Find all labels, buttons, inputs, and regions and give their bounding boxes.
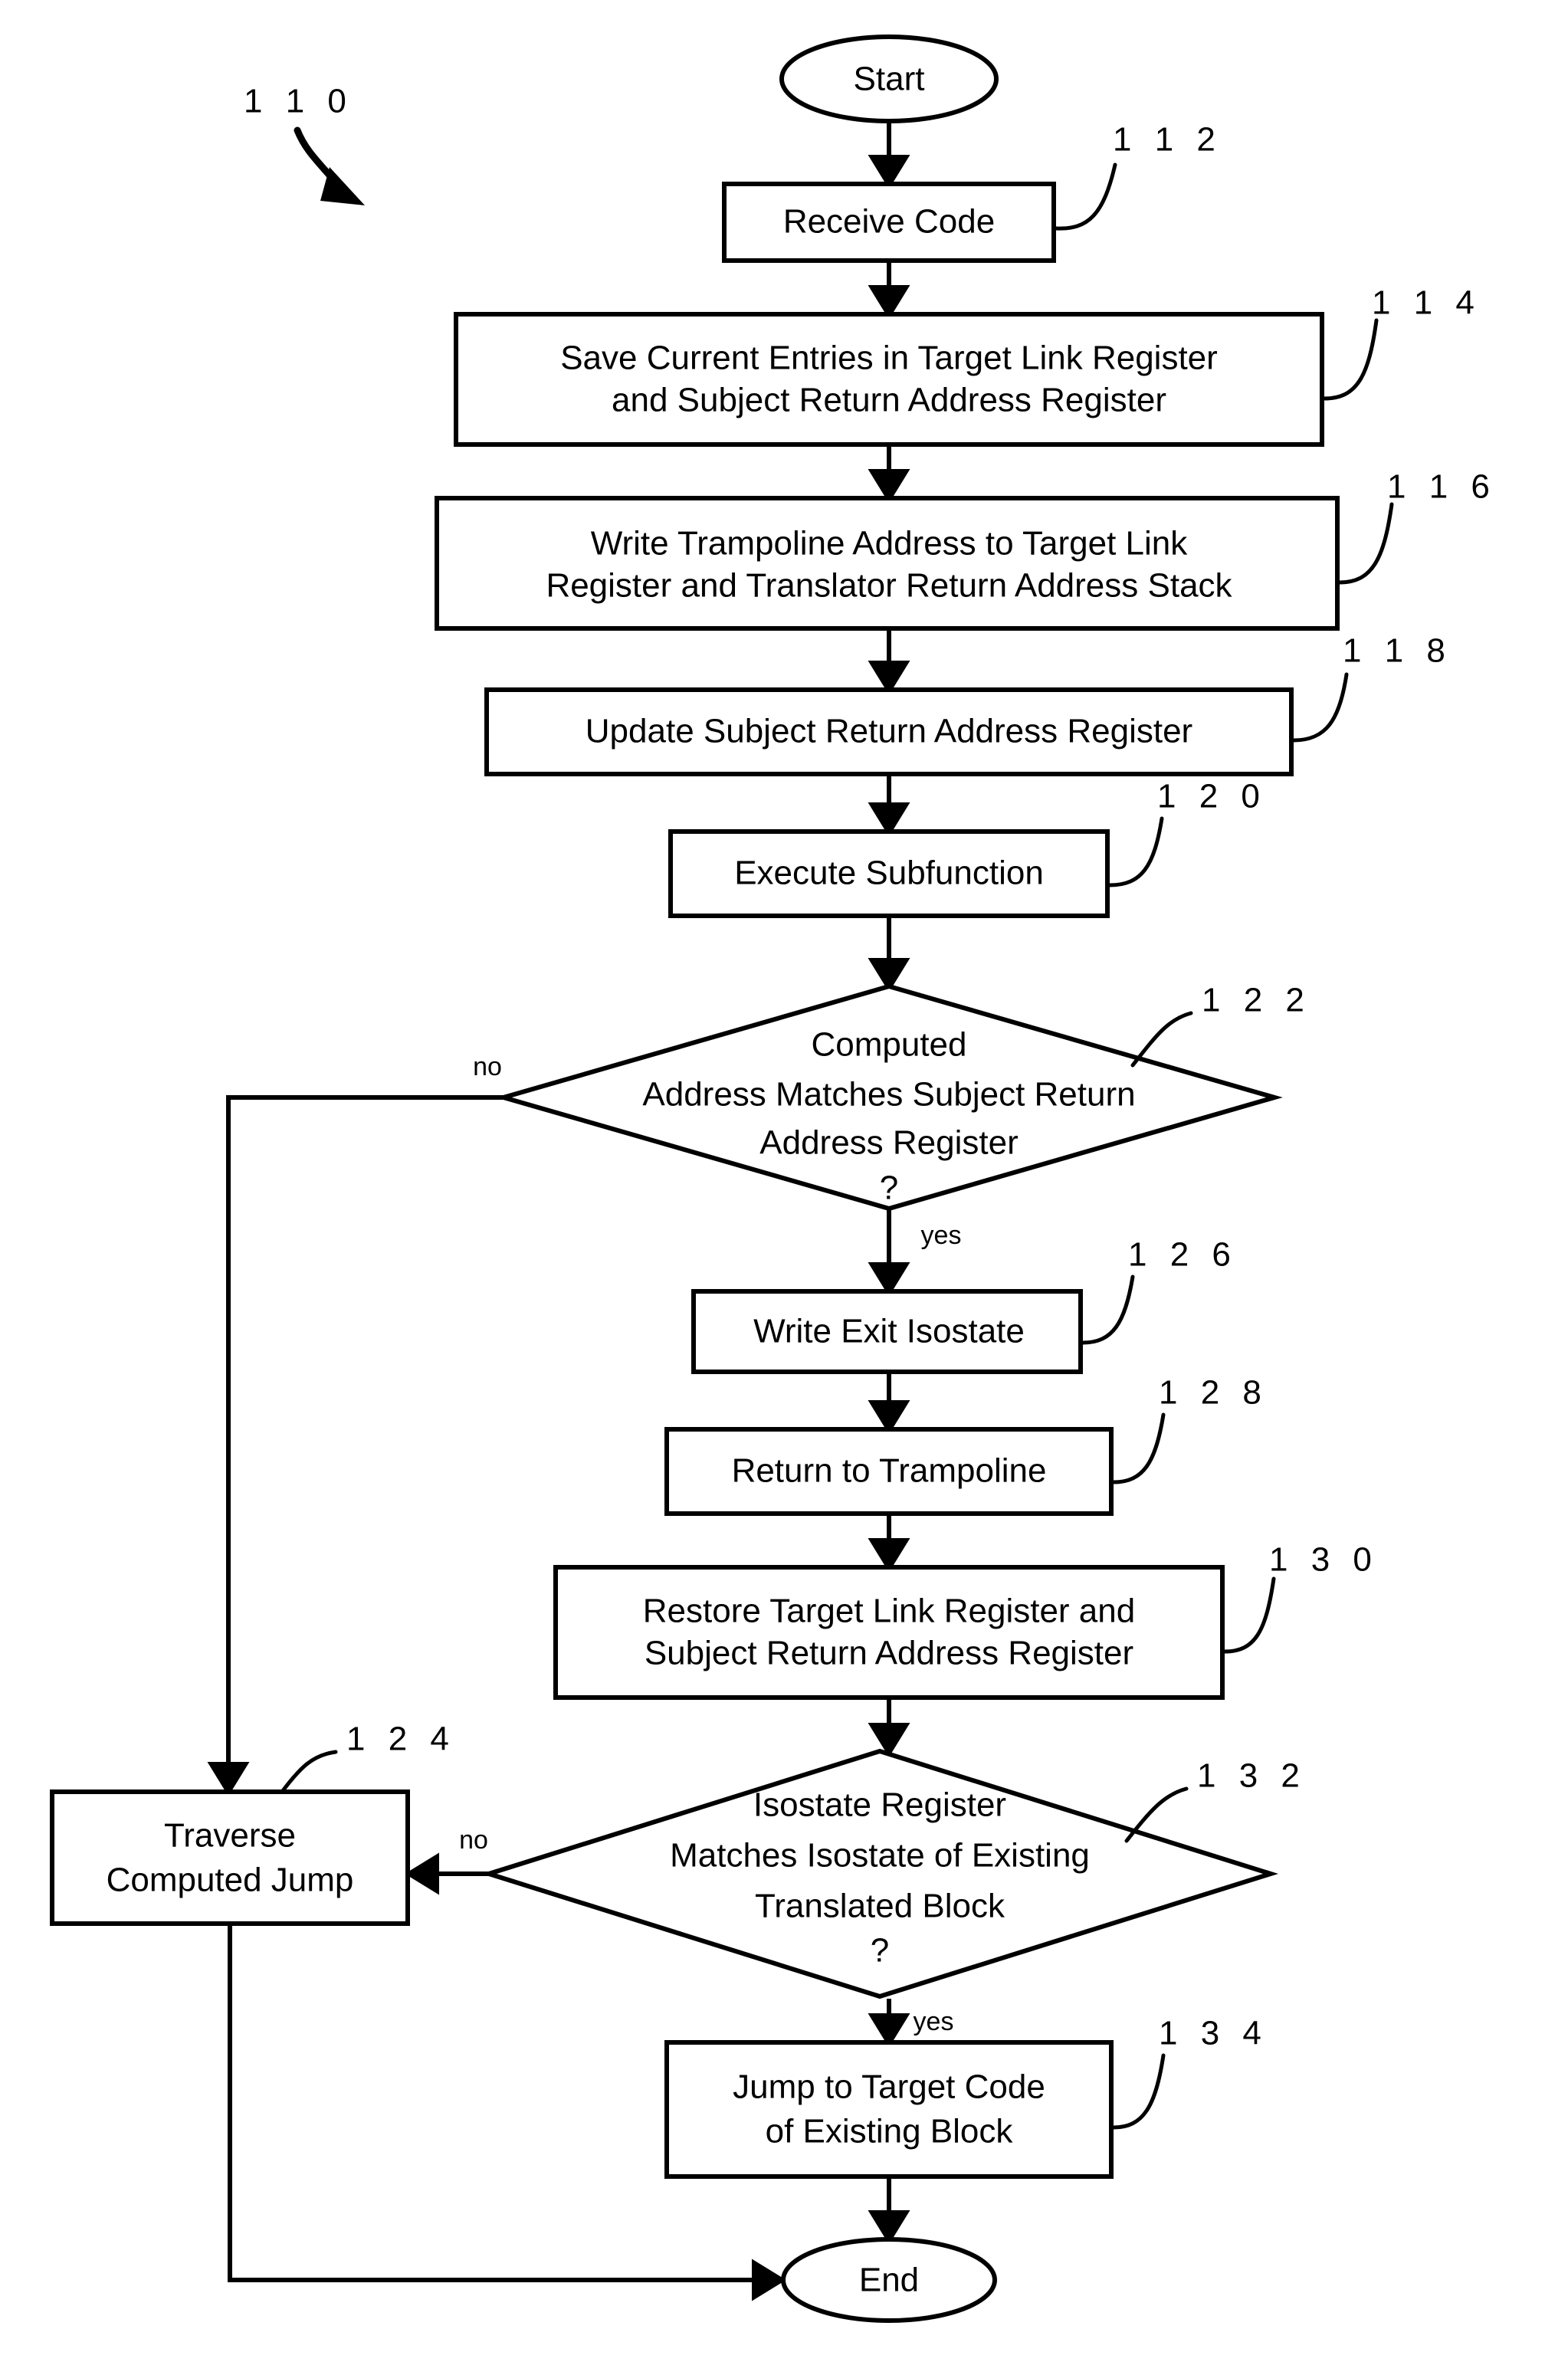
ref-126: 1 2 6: [1081, 1236, 1238, 1345]
node-122-computed-address-matches[interactable]: Computed Address Matches Subject Return …: [495, 983, 1283, 1212]
edge-label-122-no: no: [473, 1052, 502, 1081]
node-134-label-line2: of Existing Block: [766, 2113, 1014, 2150]
figure-ref-label: 1 1 0: [244, 83, 353, 120]
ref-114-leader: [1322, 318, 1379, 401]
node-132-question-mark: ?: [871, 1932, 889, 1970]
ref-124-label: 1 2 4: [346, 1721, 456, 1758]
ref-130-label: 1 3 0: [1269, 1541, 1379, 1579]
ref-128-leader: [1111, 1412, 1166, 1484]
node-122-label-line1: Computed: [811, 1026, 966, 1064]
node-130-label-line2: Subject Return Address Register: [645, 1635, 1133, 1672]
node-116-write-trampoline-address[interactable]: Write Trampoline Address to Target Link …: [435, 496, 1340, 631]
start-label: Start: [854, 61, 925, 98]
node-114-save-entries[interactable]: Save Current Entries in Target Link Regi…: [454, 312, 1324, 447]
node-132-label-line2: Matches Isostate of Existing: [670, 1837, 1090, 1875]
ref-130: 1 3 0: [1222, 1541, 1379, 1654]
node-132-isostate-register-matches[interactable]: Isostate Register Matches Isostate of Ex…: [481, 1748, 1279, 1999]
node-124-traverse-computed-jump[interactable]: Traverse Computed Jump: [50, 1789, 410, 1926]
ref-122-label: 1 2 2: [1202, 982, 1311, 1019]
node-120-label: Execute Subfunction: [734, 855, 1044, 892]
ref-116: 1 1 6: [1337, 468, 1497, 585]
ref-120: 1 2 0: [1107, 778, 1267, 887]
ref-126-label: 1 2 6: [1128, 1236, 1238, 1274]
node-start[interactable]: Start: [779, 34, 999, 123]
ref-112: 1 1 2: [1054, 121, 1222, 231]
node-130-label-line1: Restore Target Link Register and: [643, 1593, 1135, 1630]
ref-126-leader: [1081, 1274, 1135, 1345]
node-120-execute-subfunction[interactable]: Execute Subfunction: [668, 829, 1110, 918]
node-128-label: Return to Trampoline: [732, 1452, 1047, 1490]
node-118-label: Update Subject Return Address Register: [586, 713, 1192, 750]
ref-112-label: 1 1 2: [1113, 121, 1222, 159]
node-116-shape: [435, 496, 1340, 631]
node-122-label-line2: Address Matches Subject Return: [642, 1076, 1135, 1114]
node-134-shape: [664, 2040, 1114, 2179]
flowchart-canvas: 1 1 0 Start Receive Code 1 1 2 Save Curr…: [0, 0, 1568, 2375]
node-114-label-line1: Save Current Entries in Target Link Regi…: [560, 340, 1218, 377]
node-124-label-line2: Computed Jump: [107, 1862, 354, 1899]
node-130-shape: [553, 1565, 1225, 1700]
edge-label-122-yes: yes: [921, 1221, 962, 1250]
ref-116-label: 1 1 6: [1387, 468, 1497, 506]
node-118-update-subject-return-address-register[interactable]: Update Subject Return Address Register: [484, 687, 1294, 776]
ref-120-leader: [1107, 816, 1164, 887]
node-114-label-line2: and Subject Return Address Register: [612, 382, 1166, 419]
ref-116-leader: [1337, 502, 1394, 585]
ref-112-leader: [1054, 162, 1117, 231]
ref-134-leader: [1111, 2053, 1166, 2130]
node-134-label-line1: Jump to Target Code: [733, 2068, 1045, 2106]
ref-130-leader: [1222, 1576, 1276, 1654]
ref-118: 1 1 8: [1291, 632, 1452, 743]
ref-128-label: 1 2 8: [1159, 1374, 1268, 1412]
node-126-write-exit-isostate[interactable]: Write Exit Isostate: [691, 1289, 1083, 1374]
node-134-jump-to-target-code[interactable]: Jump to Target Code of Existing Block: [664, 2040, 1114, 2179]
ref-122: 1 2 2: [1130, 982, 1311, 1068]
edge-label-132-yes: yes: [914, 2007, 954, 2036]
ref-114: 1 1 4: [1322, 284, 1481, 401]
figure-reference-110: 1 1 0: [244, 83, 365, 205]
ref-118-leader: [1291, 672, 1349, 743]
ref-134-label: 1 3 4: [1159, 2015, 1268, 2052]
edge-122no-to-124: [207, 1095, 524, 1796]
ref-132: 1 3 2: [1124, 1757, 1307, 1843]
node-128-return-to-trampoline[interactable]: Return to Trampoline: [664, 1427, 1114, 1516]
ref-124-leader: [280, 1750, 338, 1794]
node-124-shape: [50, 1789, 410, 1926]
node-124-label-line1: Traverse: [164, 1817, 296, 1855]
node-130-restore-registers[interactable]: Restore Target Link Register and Subject…: [553, 1565, 1225, 1700]
node-112-receive-code[interactable]: Receive Code: [722, 182, 1056, 263]
end-label: End: [859, 2262, 919, 2299]
node-116-label-line2: Register and Translator Return Address S…: [546, 567, 1232, 605]
ref-124: 1 2 4: [280, 1721, 456, 1794]
node-112-label: Receive Code: [783, 203, 995, 241]
node-132-label-line1: Isostate Register: [753, 1786, 1006, 1824]
edge-label-132-no: no: [459, 1826, 488, 1855]
node-116-label-line1: Write Trampoline Address to Target Link: [591, 525, 1189, 563]
ref-118-label: 1 1 8: [1343, 632, 1452, 670]
ref-114-label: 1 1 4: [1372, 284, 1481, 322]
node-132-label-line3: Translated Block: [755, 1888, 1005, 1925]
ref-120-label: 1 2 0: [1157, 778, 1267, 815]
node-114-shape: [454, 312, 1324, 447]
node-126-label: Write Exit Isostate: [753, 1313, 1025, 1350]
ref-132-label: 1 3 2: [1197, 1757, 1307, 1795]
node-122-label-line3: Address Register: [759, 1124, 1018, 1162]
node-end[interactable]: End: [781, 2237, 997, 2323]
node-122-question-mark: ?: [880, 1169, 898, 1207]
ref-134: 1 3 4: [1111, 2015, 1268, 2130]
ref-128: 1 2 8: [1111, 1374, 1268, 1484]
